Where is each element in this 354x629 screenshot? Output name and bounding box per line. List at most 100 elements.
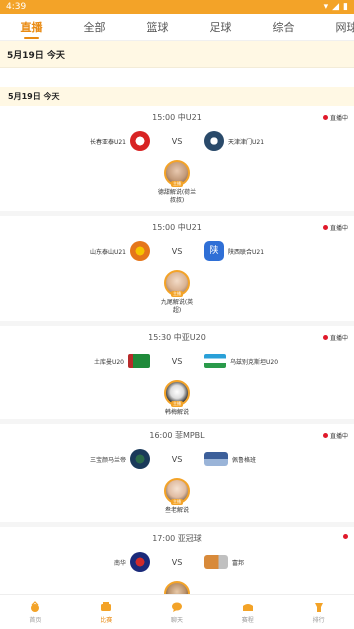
nav-rank-label: 排行: [312, 616, 325, 624]
home-team: 三宝颜马兰帝: [0, 449, 150, 469]
home-team-logo-icon: [130, 131, 150, 151]
vs-label: VS: [171, 246, 183, 256]
live-status: 直播中: [322, 333, 348, 342]
status-time: 4:39: [6, 2, 27, 12]
live-status: [343, 534, 348, 539]
tab-general[interactable]: 综合: [252, 14, 315, 40]
vs-label: VS: [171, 454, 183, 464]
away-team-name: 富邦: [232, 559, 245, 567]
anchor-avatar[interactable]: 主播: [164, 160, 190, 187]
category-tabs: 直播 全部 篮球 足球 综合 网球: [0, 14, 354, 41]
tab-tennis[interactable]: 网球: [315, 14, 354, 40]
status-icons: ▾ ◢ ▮: [324, 2, 348, 12]
tab-all[interactable]: 全部: [63, 14, 126, 40]
anchor-badge: 主播: [171, 291, 183, 297]
battery-icon: ▮: [343, 2, 348, 12]
home-team-flag-icon: [128, 354, 150, 368]
vs-label: VS: [171, 136, 183, 146]
match-card[interactable]: 17:00 亚冠球 南华 VS 富邦 主播: [0, 527, 354, 594]
match-time: 15:30 中亚U20: [148, 332, 206, 342]
home-team: 长春亚泰U21: [0, 131, 150, 151]
anchor-avatar[interactable]: 主播: [164, 478, 190, 505]
nav-home[interactable]: 首页: [0, 595, 71, 629]
away-team-logo-icon: [204, 452, 228, 466]
home-icon: [31, 600, 40, 612]
nav-schedule[interactable]: 赛程: [212, 595, 283, 629]
home-team-name: 土库曼U20: [93, 358, 124, 366]
anchor-name: 九尾解说(英超): [160, 299, 194, 314]
live-status: 直播中: [322, 431, 348, 440]
wifi-icon: ▾: [323, 2, 329, 12]
schedule-icon: [242, 603, 253, 611]
away-team-logo-icon: [204, 131, 224, 151]
live-dot-icon: [322, 225, 328, 230]
live-status: 直播中: [322, 113, 348, 122]
anchor[interactable]: 主播: [0, 575, 354, 594]
anchor[interactable]: 主播 叁老解说: [0, 472, 354, 515]
away-team: 陕 陕西联合U21: [204, 241, 354, 261]
nav-rank[interactable]: 排行: [283, 595, 354, 629]
away-team-flag-icon: [204, 354, 226, 368]
home-team: 山东泰山U21: [0, 241, 150, 261]
tab-live[interactable]: 直播: [0, 14, 63, 40]
anchor-badge: 主播: [171, 181, 183, 187]
away-team-name: 乌兹别克斯坦U20: [230, 358, 279, 366]
away-team-name: 天津津门U21: [228, 138, 265, 146]
vs-label: VS: [171, 356, 183, 366]
match-icon: [101, 601, 112, 611]
anchor[interactable]: 主播 九尾解说(英超): [0, 264, 354, 315]
home-team-logo-icon: [130, 449, 150, 469]
nav-home-label: 首页: [29, 616, 42, 624]
tab-football[interactable]: 足球: [189, 14, 252, 40]
away-team-name: 佩鲁格班: [232, 456, 257, 464]
home-team: 南华: [0, 552, 150, 572]
match-time: 17:00 亚冠球: [152, 533, 202, 543]
anchor[interactable]: 主播 德甜解说(荷兰叔叔): [0, 154, 354, 205]
match-card[interactable]: 16:00 菲MPBL 直播中 三宝颜马兰帝 VS 佩鲁格班 主播 叁老解说: [0, 424, 354, 527]
home-team-name: 长春亚泰U21: [89, 138, 126, 146]
match-card[interactable]: 15:00 中U21 直播中 长春亚泰U21 VS 天津津门U21 主播 德甜解…: [0, 106, 354, 216]
anchor-name: 德甜解说(荷兰叔叔): [157, 189, 197, 204]
bottom-nav: 首页 比赛 聊天 赛程 排行: [0, 594, 354, 629]
home-team-name: 山东泰山U21: [89, 248, 126, 256]
match-card[interactable]: 15:00 中U21 直播中 山东泰山U21 VS 陕 陕西联合U21 主播 九…: [0, 216, 354, 326]
match-time: 15:00 中U21: [152, 112, 202, 122]
away-team: 天津津门U21: [204, 131, 354, 151]
nav-match[interactable]: 比赛: [71, 595, 142, 629]
live-dot-icon: [322, 115, 328, 120]
match-time: 16:00 菲MPBL: [149, 430, 205, 440]
anchor-avatar[interactable]: 主播: [164, 270, 190, 297]
away-team-logo-icon: 陕: [204, 241, 224, 261]
home-team: 土库曼U20: [0, 354, 150, 368]
match-teams: 山东泰山U21 VS 陕 陕西联合U21: [0, 238, 354, 264]
match-list[interactable]: 5月19日 今天 15:00 中U21 直播中 长春亚泰U21 VS 天津津门U…: [0, 87, 354, 594]
live-dot-icon: [343, 534, 348, 539]
chat-icon: [171, 602, 182, 612]
live-dot-icon: [322, 335, 328, 340]
match-teams: 三宝颜马兰帝 VS 佩鲁格班: [0, 446, 354, 472]
anchor-badge: 主播: [171, 499, 183, 505]
tab-basketball[interactable]: 篮球: [126, 14, 189, 40]
match-card[interactable]: 15:30 中亚U20 直播中 土库曼U20 VS 乌兹别克斯坦U20 主播 韩…: [0, 326, 354, 424]
nav-match-label: 比赛: [100, 616, 113, 624]
anchor-avatar[interactable]: 主播: [164, 581, 190, 594]
anchor[interactable]: 主播 韩梅解说: [0, 374, 354, 417]
anchor-avatar[interactable]: 主播: [164, 380, 190, 407]
home-team-logo-icon: [130, 552, 150, 572]
away-team: 富邦: [204, 555, 354, 569]
nav-chat[interactable]: 聊天: [142, 595, 213, 629]
match-teams: 土库曼U20 VS 乌兹别克斯坦U20: [0, 348, 354, 374]
match-teams: 长春亚泰U21 VS 天津津门U21: [0, 128, 354, 154]
away-team: 佩鲁格班: [204, 452, 354, 466]
nav-chat-label: 聊天: [170, 616, 183, 624]
date-header-sticky: 5月19日 今天: [0, 41, 354, 68]
anchor-name: 韩梅解说: [164, 409, 189, 416]
match-time: 15:00 中U21: [152, 222, 202, 232]
home-team-name: 南华: [113, 559, 126, 567]
rank-icon: [314, 602, 323, 612]
match-teams: 南华 VS 富邦: [0, 549, 354, 575]
home-team-name: 三宝颜马兰帝: [89, 456, 126, 464]
away-team-name: 陕西联合U21: [228, 248, 265, 256]
home-team-logo-icon: [130, 241, 150, 261]
anchor-name: 叁老解说: [164, 507, 189, 514]
